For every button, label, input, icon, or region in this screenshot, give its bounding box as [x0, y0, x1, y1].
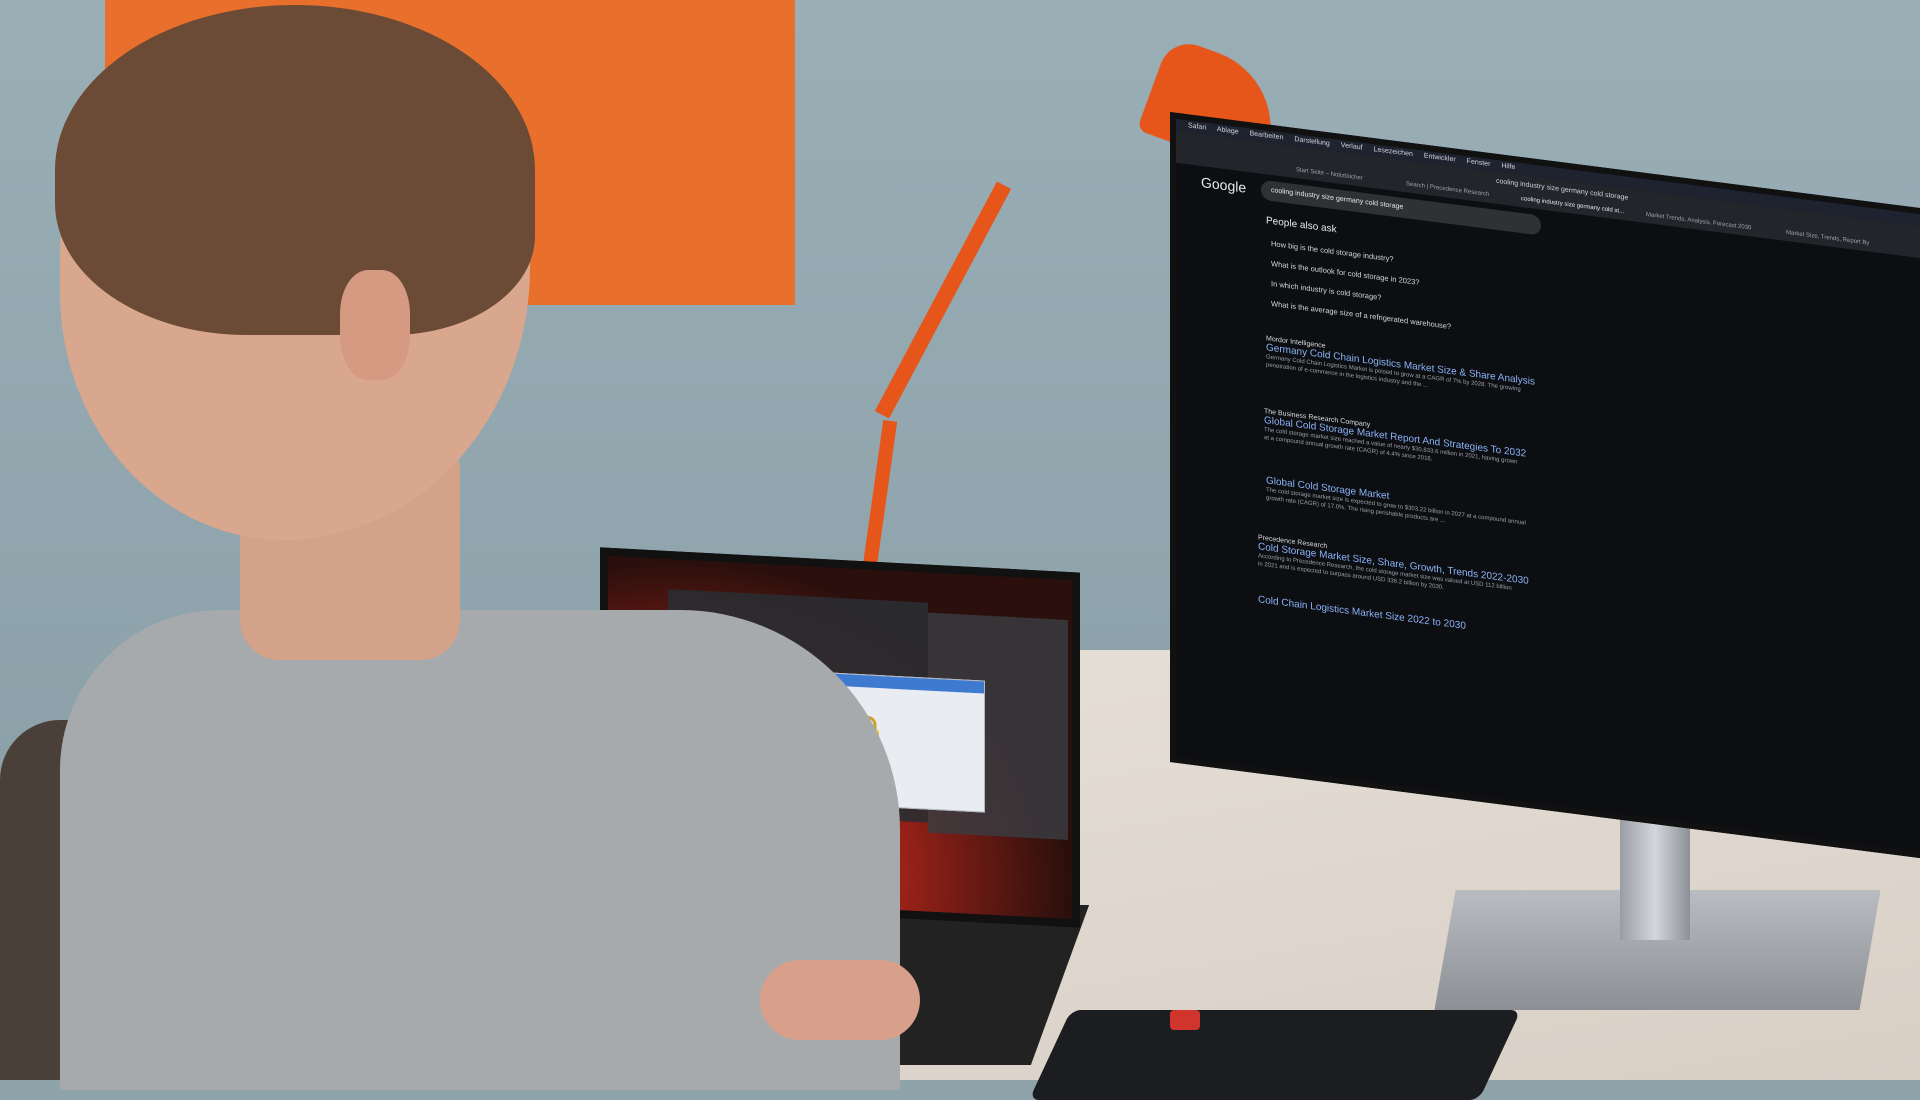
escape-key — [1170, 1010, 1200, 1030]
paa-question[interactable]: In which industry is cold storage? — [1271, 279, 1381, 302]
result-title[interactable]: Cold Chain Logistics Market Size 2022 to… — [1258, 594, 1466, 632]
paa-question[interactable]: How big is the cold storage industry? — [1271, 239, 1394, 264]
person-ear — [340, 270, 410, 380]
paa-question[interactable]: What is the average size of a refrigerat… — [1271, 299, 1451, 331]
google-logo[interactable]: Google — [1201, 174, 1246, 196]
menu-entwickler[interactable]: Entwickler — [1424, 153, 1456, 164]
mechanical-keyboard — [1029, 1010, 1521, 1100]
menu-fenster[interactable]: Fenster — [1467, 158, 1491, 168]
menu-hilfe[interactable]: Hilfe — [1501, 162, 1515, 171]
external-monitor: Safari Ablage Bearbeiten Darstellung Ver… — [1170, 112, 1920, 862]
search-result[interactable]: Global Cold Storage Market The cold stor… — [1266, 475, 1526, 535]
people-also-ask-heading: People also ask — [1266, 215, 1337, 236]
menu-safari[interactable]: Safari — [1188, 122, 1206, 131]
search-result[interactable]: The Business Research Company Global Col… — [1264, 408, 1526, 476]
menu-bearbeiten[interactable]: Bearbeiten — [1250, 130, 1284, 141]
search-result[interactable]: Mordor Intelligence Germany Cold Chain L… — [1266, 335, 1535, 403]
search-result[interactable]: Cold Chain Logistics Market Size 2022 to… — [1258, 594, 1466, 632]
menu-verlauf[interactable]: Verlauf — [1341, 142, 1363, 152]
person-hand — [760, 960, 920, 1040]
person-hair — [55, 5, 535, 335]
menu-ablage[interactable]: Ablage — [1217, 126, 1239, 136]
search-result[interactable]: Precedence Research Cold Storage Market … — [1258, 534, 1529, 603]
